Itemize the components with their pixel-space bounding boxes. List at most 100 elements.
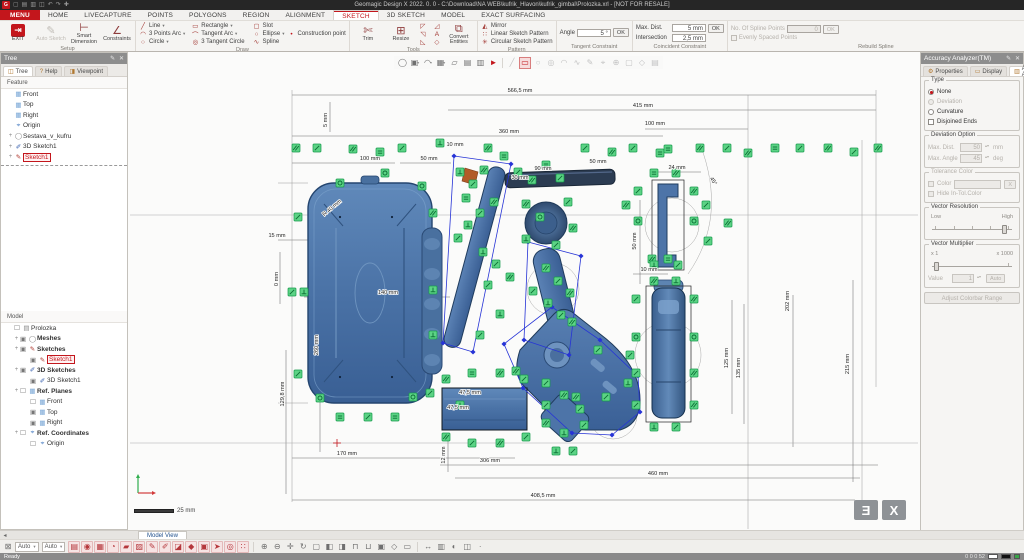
constraint-marker[interactable] — [528, 176, 536, 184]
constraint-marker[interactable] — [468, 439, 476, 447]
draw-tool-button[interactable]: ○ Ellipse ▾ — [253, 30, 285, 38]
right-panel-tab[interactable]: ⚙ Properties — [923, 66, 968, 76]
constraint-marker[interactable] — [744, 149, 752, 157]
visibility-checkbox[interactable]: ▣ — [30, 408, 38, 416]
constraint-marker[interactable] — [632, 369, 640, 377]
dimension-label[interactable]: 360 mm — [499, 129, 520, 135]
visibility-checkbox[interactable]: ☐ — [30, 440, 38, 448]
constraint-marker[interactable] — [650, 169, 658, 177]
display-toggle-button[interactable]: ◎ — [224, 541, 236, 553]
constraint-marker[interactable] — [500, 152, 508, 160]
quick-access-icon[interactable]: ↷ — [56, 0, 61, 10]
app-icon[interactable]: G — [2, 1, 10, 9]
constraint-marker[interactable] — [672, 423, 680, 431]
constraint-marker[interactable] — [664, 255, 672, 263]
right-panel-tab[interactable]: ▭ Display — [970, 66, 1007, 76]
dimension-label[interactable]: 15 mm — [268, 233, 285, 239]
constraint-marker[interactable] — [391, 413, 399, 421]
draw-tool-button[interactable]: ○ Circle ▾ — [139, 38, 185, 46]
constraint-marker[interactable] — [650, 277, 658, 285]
ribbon-tab[interactable]: POINTS — [140, 10, 181, 20]
visibility-checkbox[interactable]: ▣ — [30, 356, 38, 364]
ribbon-tab[interactable]: HOME — [40, 10, 76, 20]
constraint-marker[interactable] — [690, 295, 698, 303]
left-panel-tab[interactable]: ? Help — [35, 66, 63, 76]
model-tree-item[interactable]: ☐ ⌖ Origin — [1, 439, 127, 450]
constraint-marker[interactable] — [552, 447, 560, 455]
display-toggle-button[interactable]: ◔ — [107, 541, 119, 553]
model-tree-item[interactable]: ☐ ▦ Front — [1, 397, 127, 408]
dimension-label[interactable]: 140 mm — [378, 290, 399, 296]
model-tree-item[interactable]: + ▣ ✎ Sketches — [1, 344, 127, 355]
constraint-marker[interactable] — [690, 187, 698, 195]
exit-button[interactable]: ⇥ EXIT — [3, 24, 33, 43]
view-nav-button[interactable]: ⊔ — [362, 541, 374, 553]
model-tree-item[interactable]: + ▣ ✐ 3D Sketches — [1, 365, 127, 376]
constraint-marker[interactable] — [664, 145, 672, 153]
constraint-marker[interactable] — [479, 248, 487, 256]
type-none-option[interactable]: None — [928, 87, 1016, 97]
ribbon-tab[interactable]: EXACT SURFACING — [473, 10, 553, 20]
tool-mini-button[interactable]: ◿ — [433, 22, 441, 30]
sketch-point[interactable] — [451, 153, 456, 158]
constraint-marker[interactable] — [313, 144, 321, 152]
pin-icon[interactable]: ✎ — [110, 56, 115, 62]
view-nav-button[interactable]: ⊖ — [271, 541, 283, 553]
constraint-marker[interactable] — [398, 144, 406, 152]
constraint-marker[interactable] — [704, 237, 712, 245]
view-toolbar-button[interactable]: ▱ — [448, 57, 460, 69]
sketch-toolbar-button[interactable]: ▢ — [623, 57, 635, 69]
model-tree-item[interactable]: ☐ ▤ Prolozka — [1, 323, 127, 334]
view-toolbar-button[interactable]: ► — [487, 57, 499, 69]
visibility-checkbox[interactable]: ☐ — [14, 324, 22, 332]
constraint-marker[interactable] — [724, 219, 732, 227]
sketch-toolbar-button[interactable]: ○ — [532, 57, 544, 69]
constraint-marker[interactable] — [542, 264, 550, 272]
constraint-marker[interactable] — [560, 429, 568, 437]
display-toggle-button[interactable]: ▦ — [94, 541, 106, 553]
constraint-marker[interactable] — [316, 394, 324, 402]
dimension-label[interactable]: 30 mm — [511, 175, 528, 181]
display-toggle-button[interactable]: ➤ — [211, 541, 223, 553]
type-curvature-option[interactable]: Curvature — [928, 107, 1016, 117]
dimension-label[interactable]: 170 mm — [337, 451, 358, 457]
view-nav-button[interactable]: ▭ — [401, 541, 413, 553]
constraint-marker[interactable] — [529, 287, 537, 295]
model-tree-item[interactable]: ▣ ▦ Top — [1, 407, 127, 418]
view-toolbar-button[interactable]: ◯ — [396, 57, 408, 69]
constraint-marker[interactable] — [874, 144, 882, 152]
ribbon-tab[interactable]: SKETCH — [333, 10, 379, 20]
sketch-point[interactable] — [508, 161, 513, 166]
constraint-marker[interactable] — [650, 423, 658, 431]
dimension-label[interactable]: 10 mm — [640, 267, 657, 273]
display-toggle-button[interactable]: ▣ — [198, 541, 210, 553]
constraint-marker[interactable] — [506, 273, 514, 281]
model-tree-item[interactable]: + ☐ ▦ Ref. Planes — [1, 386, 127, 397]
quick-access-icon[interactable]: ◫ — [39, 0, 45, 10]
constraint-marker[interactable] — [426, 389, 434, 397]
dimension-label[interactable]: 408,5 mm — [531, 493, 556, 499]
ribbon-tab[interactable]: MENU — [0, 10, 40, 20]
constraint-marker[interactable] — [696, 144, 704, 152]
dimension-label[interactable]: 135 mm — [736, 358, 742, 379]
tool-mini-button[interactable]: ◺ — [419, 38, 427, 46]
feature-tree-item[interactable]: ▦ Front — [1, 89, 127, 100]
constraint-marker[interactable] — [850, 148, 858, 156]
view-nav-button[interactable]: ◨ — [336, 541, 348, 553]
quick-access-icon[interactable]: ▢ — [13, 0, 19, 10]
display-toggle-button[interactable]: ◆ — [185, 541, 197, 553]
constraint-marker[interactable] — [702, 201, 710, 209]
quick-access-icon[interactable]: ▤ — [22, 0, 28, 10]
left-panel-tab[interactable]: ◫ Tree — [3, 66, 33, 76]
sketch-point[interactable] — [470, 349, 475, 354]
dimension-label[interactable]: 415 mm — [633, 103, 654, 109]
view-toolbar-button[interactable]: ◠▾ — [422, 57, 434, 69]
view-nav-button[interactable]: ⊓ — [349, 541, 361, 553]
sketch-drawing[interactable]: 566,5 mm415 mm100 mm360 mm5 mm100 mm50 m… — [128, 52, 920, 530]
constraint-marker[interactable] — [629, 144, 637, 152]
view-nav-button[interactable]: ✛ — [284, 541, 296, 553]
view-nav-button[interactable]: ◧ — [323, 541, 335, 553]
auto-sketch-button[interactable]: ✎ Auto Sketch — [36, 25, 66, 43]
constraint-marker[interactable] — [632, 295, 640, 303]
constraint-marker[interactable] — [796, 144, 804, 152]
